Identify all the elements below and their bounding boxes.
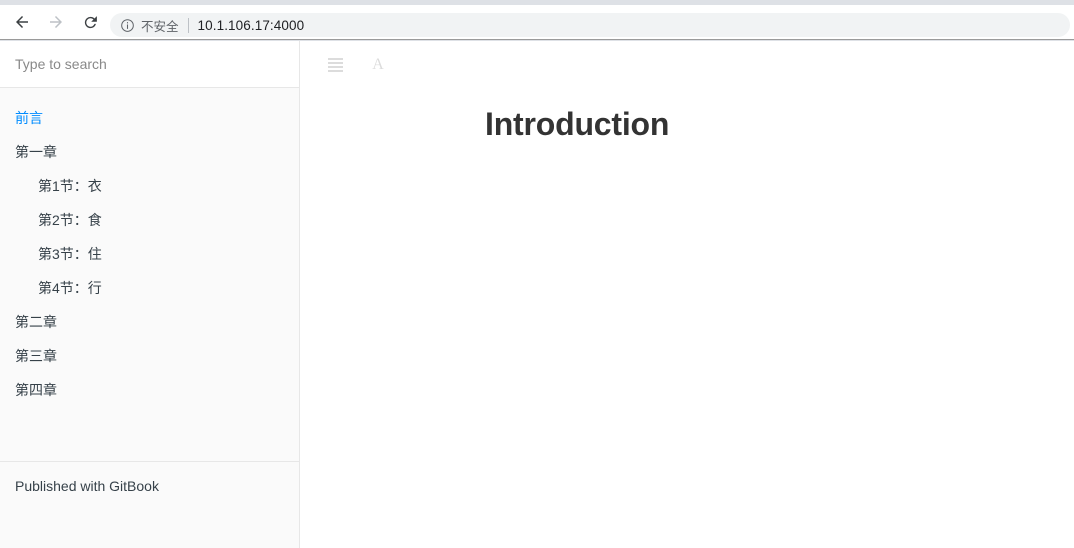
sidebar-item-chapter-1-section-3[interactable]: 第3节：住 (0, 237, 299, 271)
info-circle-icon[interactable] (120, 18, 135, 33)
summary-nav: 前言 第一章 第1节：衣 第2节：食 第3节：住 第4节：行 第二章 第三章 第… (0, 88, 299, 407)
page-content: Introduction (300, 88, 1074, 186)
back-button[interactable] (8, 8, 36, 36)
address-bar[interactable]: 不安全 10.1.106.17:4000 (110, 13, 1070, 37)
sidebar-item-preface[interactable]: 前言 (0, 101, 299, 135)
published-with-gitbook-link[interactable]: Published with GitBook (0, 478, 159, 494)
browser-toolbar: 不安全 10.1.106.17:4000 (0, 5, 1074, 40)
font-settings-button[interactable]: A (363, 50, 393, 80)
sidebar-item-chapter-2[interactable]: 第二章 (0, 305, 299, 339)
sidebar-item-chapter-1[interactable]: 第一章 (0, 135, 299, 169)
forward-arrow-icon (50, 16, 62, 28)
book-body: A Introduction (300, 41, 1074, 548)
sidebar-footer: Published with GitBook (0, 461, 299, 548)
browser-chrome: 不安全 10.1.106.17:4000 (0, 0, 1074, 41)
sidebar-item-chapter-4[interactable]: 第四章 (0, 373, 299, 407)
sidebar-item-chapter-1-section-1[interactable]: 第1节：衣 (0, 169, 299, 203)
search-input[interactable] (0, 56, 299, 72)
url-text: 10.1.106.17:4000 (197, 17, 305, 33)
font-size-A-icon: A (372, 55, 384, 73)
hamburger-menu-icon (327, 56, 343, 74)
book-header: A (300, 41, 1074, 88)
reload-button[interactable] (76, 8, 104, 36)
sidebar-item-chapter-1-section-4[interactable]: 第4节：行 (0, 271, 299, 305)
page-title: Introduction (485, 106, 670, 142)
sidebar-item-chapter-3[interactable]: 第三章 (0, 339, 299, 373)
search-box[interactable] (0, 41, 299, 88)
toggle-summary-button[interactable] (320, 50, 350, 80)
security-status-label: 不安全 (141, 19, 179, 34)
back-arrow-icon (16, 16, 28, 28)
sidebar-item-chapter-1-section-2[interactable]: 第2节：食 (0, 203, 299, 237)
reload-icon (84, 15, 97, 28)
forward-button (42, 8, 70, 36)
page-viewport: 前言 第一章 第1节：衣 第2节：食 第3节：住 第4节：行 第二章 第三章 第… (0, 41, 1074, 548)
sidebar: 前言 第一章 第1节：衣 第2节：食 第3节：住 第4节：行 第二章 第三章 第… (0, 41, 300, 548)
omnibox-divider (187, 17, 189, 33)
